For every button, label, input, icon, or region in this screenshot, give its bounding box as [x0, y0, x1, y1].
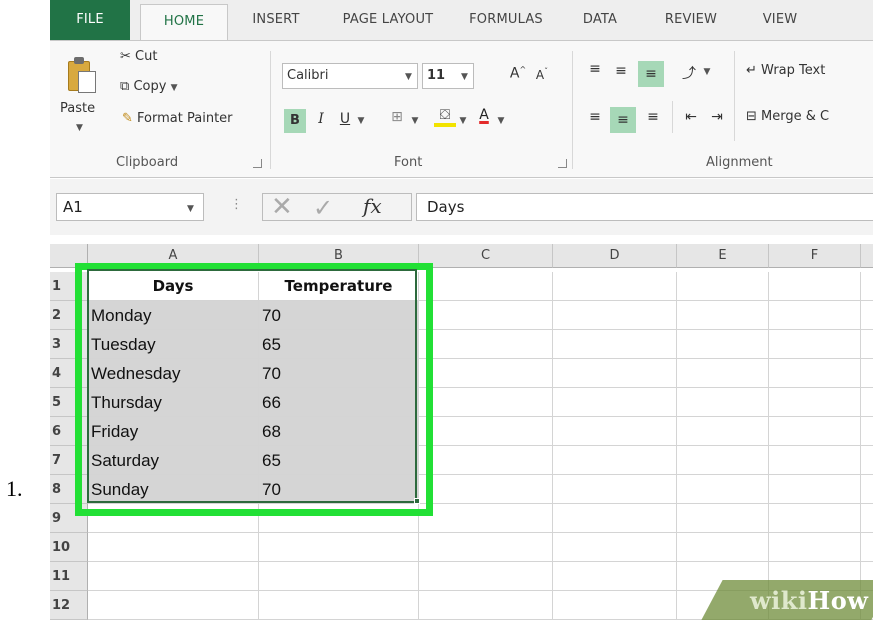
cut-label: Cut [135, 49, 158, 64]
cut-button[interactable]: ✂ Cut [120, 49, 157, 64]
font-size-value: 11 [427, 68, 446, 83]
wrap-text-button[interactable]: ↵ Wrap Text [746, 63, 825, 78]
paste-dropdown-icon: ▼ [76, 123, 83, 133]
scissors-icon: ✂ [120, 49, 131, 64]
group-label-font: Font [394, 155, 423, 170]
ribbon-tabs: FILE HOME INSERT PAGE LAYOUT FORMULAS DA… [50, 0, 873, 41]
tab-view[interactable]: VIEW [740, 0, 820, 40]
column-header-c[interactable]: C [419, 244, 553, 268]
more-options-icon: ⋮ [230, 197, 243, 212]
chevron-down-icon: ▼ [405, 72, 412, 82]
group-divider [734, 51, 735, 141]
decrease-indent-icon[interactable]: ⇤ [680, 109, 702, 125]
group-divider [572, 51, 573, 169]
formula-buttons: ✕ ✓ fx [262, 192, 412, 222]
tab-formulas[interactable]: FORMULAS [456, 0, 556, 40]
gridline [258, 504, 259, 620]
borders-icon[interactable]: ⊞ [386, 109, 408, 125]
chevron-down-icon[interactable]: ▼ [496, 116, 506, 126]
step-number: 1. [6, 476, 23, 501]
chevron-down-icon: ▼ [170, 83, 178, 93]
align-middle-icon[interactable]: ≡ [610, 63, 632, 79]
gridline [860, 272, 861, 620]
font-launcher-icon[interactable] [558, 159, 567, 168]
grow-font-button[interactable]: A^ [508, 65, 528, 82]
font-size-select[interactable]: 11 ▼ [422, 63, 474, 89]
font-color-icon[interactable]: A [474, 107, 494, 123]
tab-home[interactable]: HOME [140, 4, 228, 41]
group-label-clipboard: Clipboard [116, 155, 179, 170]
gridline [418, 504, 419, 620]
group-divider [672, 101, 673, 133]
wrap-text-label: Wrap Text [761, 63, 826, 78]
row-header-11[interactable]: 11 [50, 562, 88, 591]
chevron-down-icon: ▼ [461, 72, 468, 82]
gridline [676, 272, 677, 620]
selection-highlight-frame [75, 263, 433, 516]
gridline [768, 272, 769, 620]
tab-review[interactable]: REVIEW [646, 0, 736, 40]
watermark-logo: wikiHow [750, 586, 869, 615]
paste-icon [66, 55, 96, 95]
wrap-text-icon: ↵ [746, 63, 757, 78]
fill-handle[interactable] [414, 498, 420, 504]
brush-icon: ✎ [122, 111, 133, 126]
formula-value: Days [427, 198, 465, 216]
tab-file[interactable]: FILE [50, 0, 130, 40]
align-bottom-icon[interactable]: ≡ [638, 61, 664, 87]
tab-insert[interactable]: INSERT [236, 0, 316, 40]
merge-center-button[interactable]: ⊟ Merge & C [746, 109, 829, 124]
align-left-icon[interactable]: ≡ [584, 109, 606, 125]
row-header-10[interactable]: 10 [50, 533, 88, 562]
increase-indent-icon[interactable]: ⇥ [706, 109, 728, 125]
copy-label: Copy [133, 79, 167, 94]
clipboard-launcher-icon[interactable] [253, 159, 262, 168]
chevron-down-icon: ▼ [187, 204, 194, 214]
enter-icon[interactable]: ✓ [313, 194, 333, 222]
name-box-value: A1 [63, 198, 83, 216]
chevron-down-icon[interactable]: ▼ [702, 67, 712, 77]
format-painter-button[interactable]: ✎ Format Painter [122, 111, 233, 126]
row-header-12[interactable]: 12 [50, 591, 88, 620]
group-divider [270, 51, 271, 169]
chevron-down-icon[interactable]: ▼ [458, 116, 468, 126]
tab-page-layout[interactable]: PAGE LAYOUT [326, 0, 450, 40]
underline-button[interactable]: U [336, 111, 354, 127]
ribbon: Paste ▼ ✂ Cut ⧉ Copy ▼ ✎ Format Painter … [50, 40, 873, 178]
formula-bar: A1 ▼ ⋮ ✕ ✓ fx Days [50, 179, 873, 235]
column-header-g[interactable] [861, 244, 873, 268]
cancel-icon[interactable]: ✕ [271, 192, 293, 222]
fill-color-icon[interactable]: ⛋ [434, 107, 456, 127]
shrink-font-button[interactable]: Aˇ [532, 67, 552, 82]
font-name-select[interactable]: Calibri ▼ [282, 63, 418, 89]
gridline [552, 272, 553, 620]
merge-label: Merge & C [761, 109, 830, 124]
font-name-value: Calibri [287, 68, 329, 83]
paste-label: Paste [60, 101, 96, 116]
orientation-icon[interactable]: ⤴ [678, 63, 700, 83]
tab-data[interactable]: DATA [560, 0, 640, 40]
align-center-icon[interactable]: ≡ [610, 107, 636, 133]
insert-function-button[interactable]: fx [363, 194, 382, 218]
chevron-down-icon[interactable]: ▼ [356, 116, 366, 126]
bold-button[interactable]: B [284, 109, 306, 133]
column-header-f[interactable]: F [769, 244, 861, 268]
align-right-icon[interactable]: ≡ [642, 109, 664, 125]
chevron-down-icon[interactable]: ▼ [410, 116, 420, 126]
copy-button[interactable]: ⧉ Copy ▼ [120, 79, 177, 94]
excel-window: FILE HOME INSERT PAGE LAYOUT FORMULAS DA… [50, 0, 873, 620]
name-box[interactable]: A1 ▼ [56, 193, 204, 221]
copy-icon: ⧉ [120, 79, 130, 94]
italic-button[interactable]: I [312, 111, 330, 127]
formula-input[interactable]: Days [416, 193, 873, 221]
align-top-icon[interactable]: ≡ [584, 61, 606, 77]
format-painter-label: Format Painter [137, 111, 233, 126]
column-header-d[interactable]: D [553, 244, 677, 268]
group-label-alignment: Alignment [706, 155, 773, 170]
merge-icon: ⊟ [746, 109, 757, 124]
column-header-e[interactable]: E [677, 244, 769, 268]
